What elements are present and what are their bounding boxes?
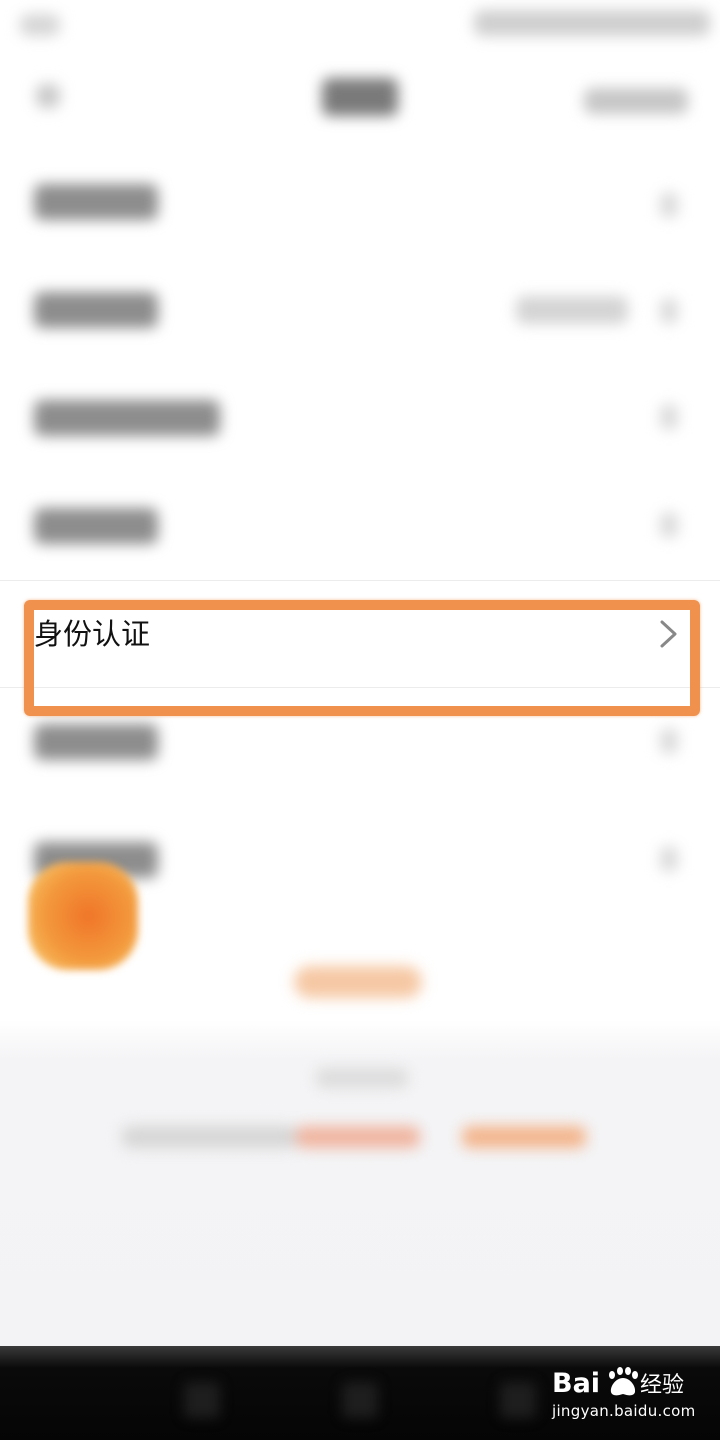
mascot-icon: [28, 862, 138, 970]
chevron-right-icon: [660, 846, 678, 872]
settings-item-6-label[interactable]: [34, 724, 158, 760]
settings-item-2-label[interactable]: [34, 292, 158, 328]
settings-item-2-value: [516, 296, 628, 324]
chevron-right-icon: [660, 192, 678, 218]
status-bar-indicators: [474, 10, 710, 36]
screen: 身份认证 Bai 经验 jingyan.baidu.com: [0, 0, 720, 1440]
baidu-logo-text: Bai: [552, 1368, 600, 1399]
settings-item-4-label[interactable]: [34, 508, 158, 544]
blurred-content: [0, 0, 720, 1440]
chevron-right-icon: [660, 404, 678, 430]
nav-recents-icon[interactable]: [500, 1382, 536, 1418]
footer-link-2[interactable]: [462, 1126, 586, 1148]
jingyan-logo-text: 经验: [640, 1373, 684, 1398]
footer-caption: [316, 1068, 408, 1088]
footer-link-1[interactable]: [296, 1126, 420, 1148]
baidu-jingyan-watermark: Bai 经验 jingyan.baidu.com: [550, 1362, 710, 1428]
chevron-right-icon: [660, 728, 678, 754]
footer-text: [122, 1126, 298, 1148]
chevron-right-icon: [660, 512, 678, 538]
highlight-annotation-box: [24, 600, 700, 716]
paw-icon: [609, 1367, 638, 1396]
page-title: [322, 78, 398, 116]
nav-home-icon[interactable]: [342, 1382, 378, 1418]
nav-back-icon[interactable]: [184, 1382, 220, 1418]
settings-item-1-label[interactable]: [34, 184, 158, 220]
watermark-url: jingyan.baidu.com: [552, 1402, 696, 1420]
orange-action-button[interactable]: [294, 966, 422, 998]
header-action-button[interactable]: [584, 88, 688, 114]
chevron-right-icon: [660, 298, 678, 324]
status-bar-time: [20, 14, 60, 36]
settings-item-3-label[interactable]: [34, 400, 220, 436]
back-arrow-icon[interactable]: [36, 84, 60, 108]
baidu-jingyan-logo: Bai 经验: [552, 1367, 684, 1399]
